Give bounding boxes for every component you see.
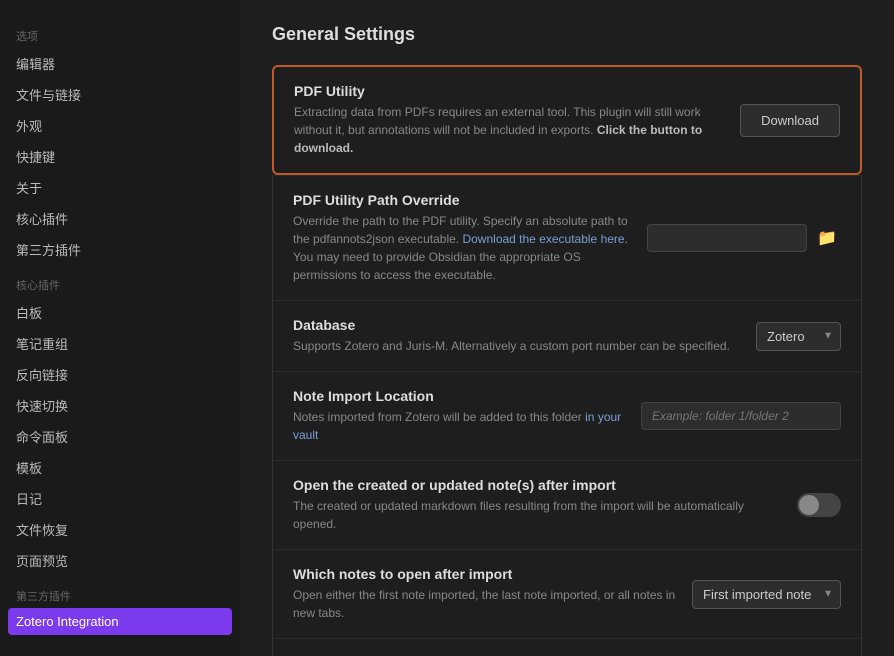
pdf-utility-section: PDF Utility Extracting data from PDFs re…	[272, 65, 862, 175]
folder-browse-button[interactable]: 📁	[813, 224, 841, 252]
pdf-path-input[interactable]	[647, 224, 807, 252]
which-notes-row: Which notes to open after import Open ei…	[273, 550, 861, 639]
sidebar-item-community-plugins[interactable]: 第三方插件	[0, 234, 240, 265]
sidebar-item-appearance[interactable]: 外观	[0, 110, 240, 141]
sidebar-item-canvas[interactable]: 白板	[0, 297, 240, 328]
database-text: Database Supports Zotero and Juris-M. Al…	[293, 317, 740, 355]
note-import-title: Note Import Location	[293, 388, 625, 404]
sidebar-item-about[interactable]: 关于	[0, 172, 240, 203]
which-notes-dropdown-wrapper: First imported note Last imported note A…	[692, 580, 841, 609]
open-after-import-text: Open the created or updated note(s) afte…	[293, 477, 781, 533]
sidebar-item-backlinks[interactable]: 反向链接	[0, 359, 240, 390]
pdf-path-link[interactable]: Download the executable here.	[462, 232, 627, 246]
sidebar-section-options: 选项	[0, 16, 240, 48]
note-location-input[interactable]	[641, 402, 841, 430]
sidebar-section-community: 第三方插件	[0, 576, 240, 608]
pdf-path-text: PDF Utility Path Override Override the p…	[293, 192, 631, 284]
database-row: Database Supports Zotero and Juris-M. Al…	[273, 301, 861, 372]
sidebar-item-files[interactable]: 文件与链接	[0, 79, 240, 110]
database-dropdown[interactable]: Zotero Juris-M Custom	[756, 322, 841, 351]
annotation-concat-row: Enable Annotation Concatenation Annotati…	[273, 639, 861, 656]
open-after-import-toggle[interactable]	[797, 493, 841, 517]
page-title: General Settings	[272, 24, 862, 45]
database-dropdown-wrapper: Zotero Juris-M Custom	[756, 322, 841, 351]
note-import-desc: Notes imported from Zotero will be added…	[293, 408, 625, 444]
pdf-path-desc: Override the path to the PDF utility. Sp…	[293, 212, 631, 284]
sidebar-section-core: 核心插件	[0, 265, 240, 297]
open-after-import-desc: The created or updated markdown files re…	[293, 497, 781, 533]
sidebar-item-file-recovery[interactable]: 文件恢复	[0, 514, 240, 545]
pdf-path-title: PDF Utility Path Override	[293, 192, 631, 208]
pdf-utility-title: PDF Utility	[294, 83, 724, 99]
sidebar-item-editor[interactable]: 编辑器	[0, 48, 240, 79]
which-notes-dropdown[interactable]: First imported note Last imported note A…	[692, 580, 841, 609]
database-desc: Supports Zotero and Juris-M. Alternative…	[293, 337, 740, 355]
settings-main-section: PDF Utility Path Override Override the p…	[272, 176, 862, 656]
pdf-utility-desc: Extracting data from PDFs requires an ex…	[294, 103, 724, 157]
sidebar-item-templates[interactable]: 模板	[0, 452, 240, 483]
sidebar-item-daily-notes[interactable]: 日记	[0, 483, 240, 514]
sidebar-item-quick-switch[interactable]: 快速切换	[0, 390, 240, 421]
database-title: Database	[293, 317, 740, 333]
which-notes-desc: Open either the first note imported, the…	[293, 586, 676, 622]
sidebar-item-page-preview[interactable]: 页面预览	[0, 545, 240, 576]
which-notes-title: Which notes to open after import	[293, 566, 676, 582]
pdf-path-row: PDF Utility Path Override Override the p…	[273, 176, 861, 301]
sidebar-item-zotero-integration[interactable]: Zotero Integration	[8, 608, 232, 635]
sidebar-item-command-palette[interactable]: 命令面板	[0, 421, 240, 452]
pdf-utility-text: PDF Utility Extracting data from PDFs re…	[294, 83, 724, 157]
main-content: General Settings PDF Utility Extracting …	[240, 0, 894, 656]
open-after-import-title: Open the created or updated note(s) afte…	[293, 477, 781, 493]
sidebar-item-hotkeys[interactable]: 快捷键	[0, 141, 240, 172]
note-import-row: Note Import Location Notes imported from…	[273, 372, 861, 461]
download-button[interactable]: Download	[740, 104, 840, 137]
path-input-wrapper: 📁	[647, 224, 841, 252]
sidebar-item-core-plugins[interactable]: 核心插件	[0, 203, 240, 234]
sidebar: 选项 编辑器 文件与链接 外观 快捷键 关于 核心插件 第三方插件 核心插件 白…	[0, 0, 240, 656]
open-after-import-row: Open the created or updated note(s) afte…	[273, 461, 861, 550]
which-notes-text: Which notes to open after import Open ei…	[293, 566, 676, 622]
pdf-utility-row: PDF Utility Extracting data from PDFs re…	[274, 67, 860, 173]
note-import-text: Note Import Location Notes imported from…	[293, 388, 625, 444]
sidebar-item-note-reorganize[interactable]: 笔记重组	[0, 328, 240, 359]
